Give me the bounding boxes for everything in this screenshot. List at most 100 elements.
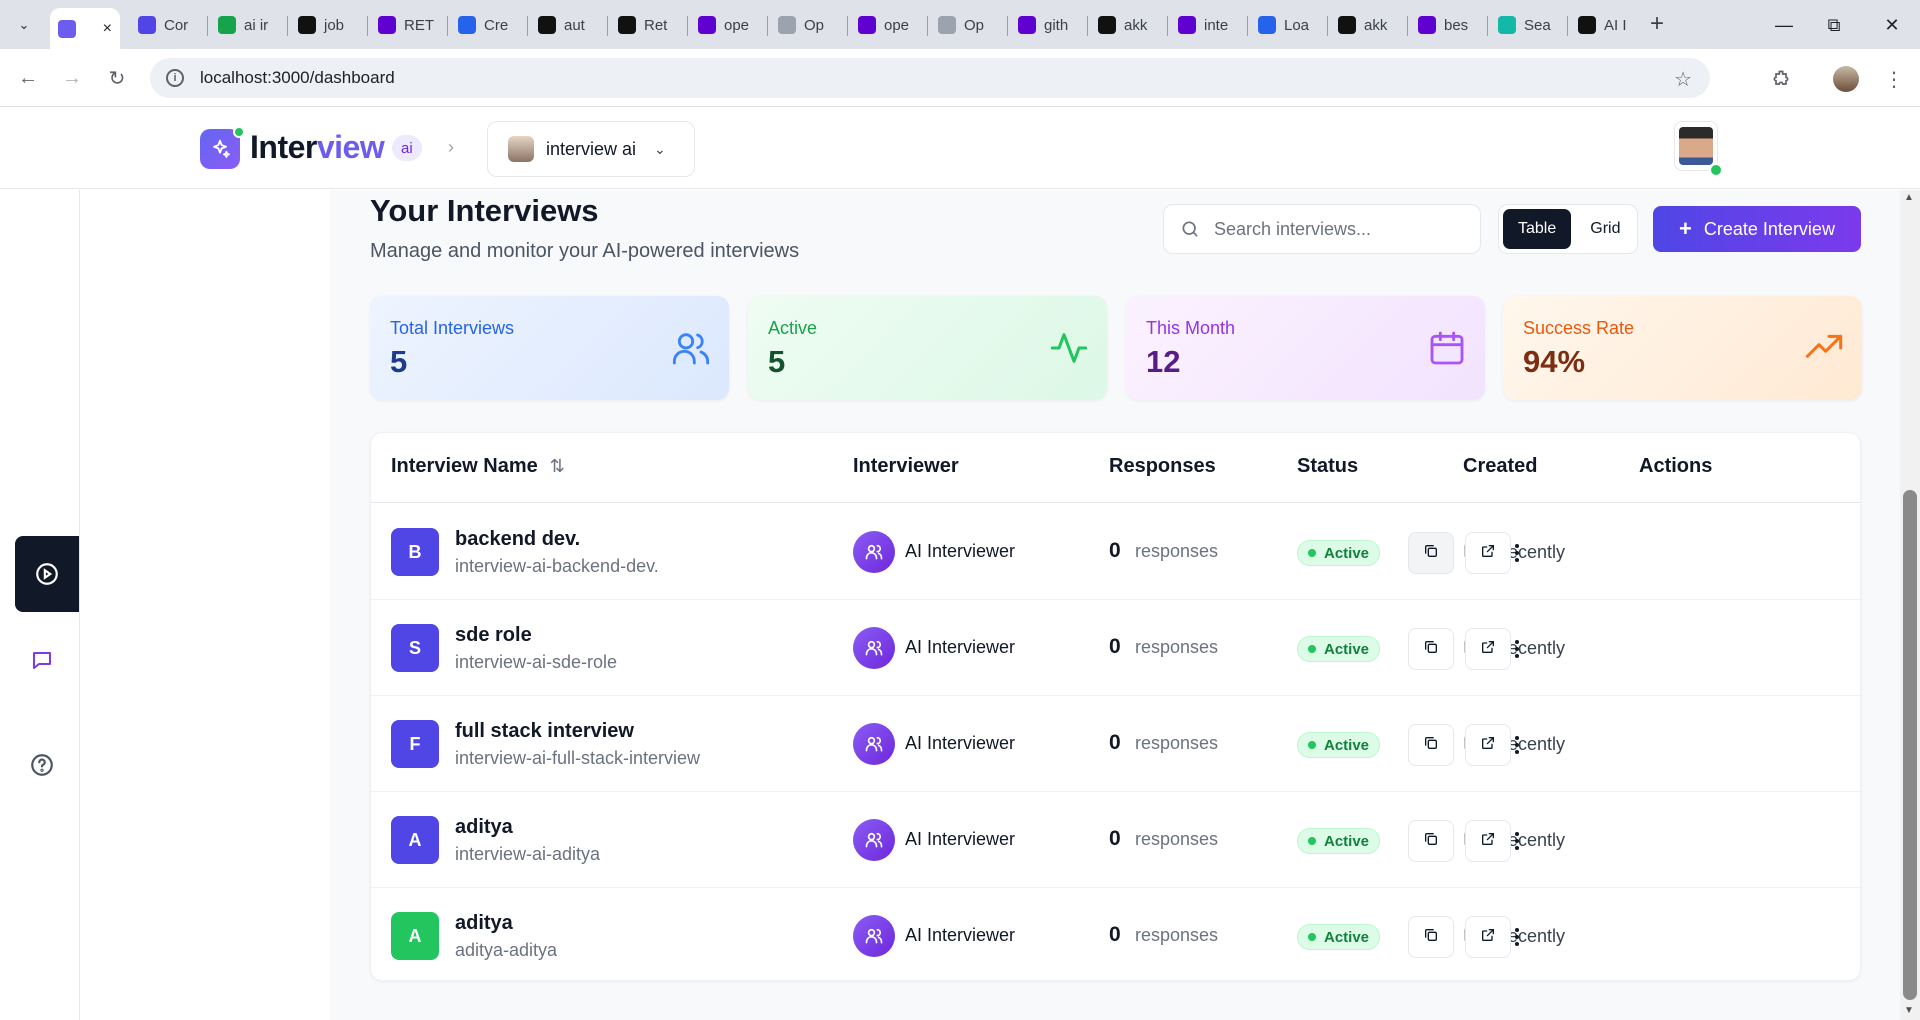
scrollbar-thumb[interactable] [1903, 490, 1917, 1000]
more-options-icon[interactable] [1502, 820, 1532, 862]
status-dot [1308, 741, 1316, 749]
trending-up-icon [1805, 334, 1843, 358]
table-row[interactable]: Ssde role interview-ai-sde-role AI Intervi… [371, 600, 1860, 696]
sidebar-item-interviews[interactable] [15, 536, 79, 612]
scroll-up-arrow-icon[interactable]: ▲ [1904, 192, 1914, 203]
browser-tab[interactable]: Cor [130, 8, 206, 42]
brand-name[interactable]: Interview [250, 129, 385, 166]
interview-slug: aditya-aditya [455, 940, 558, 960]
page-title: Your Interviews [370, 193, 599, 228]
search-input[interactable] [1214, 218, 1454, 240]
browser-tab[interactable]: ope [690, 8, 766, 42]
interview-name[interactable]: aditya [455, 912, 513, 935]
sort-arrows-icon[interactable]: ⇅ [550, 456, 565, 477]
extensions-puzzle-icon[interactable] [1765, 63, 1797, 95]
share-favicon [938, 16, 956, 34]
interview-name[interactable]: full stack interview [455, 720, 634, 743]
browser-tab-title: aut [564, 16, 585, 34]
copy-link-button[interactable] [1408, 628, 1454, 670]
user-online-dot [1709, 163, 1723, 177]
back-arrow-icon[interactable]: ← [14, 64, 42, 92]
y-favicon [1178, 16, 1196, 34]
responses-count: 0 [1109, 635, 1121, 658]
reload-icon[interactable]: ↻ [103, 64, 131, 92]
table-row[interactable]: Aaditya aditya-aditya AI Interviewer 0 respo… [371, 888, 1860, 980]
minimize-icon[interactable]: — [1764, 10, 1804, 40]
scroll-down-arrow-icon[interactable]: ▼ [1904, 1005, 1914, 1016]
browser-tab[interactable]: akk [1090, 8, 1166, 42]
table-row[interactable]: Bbackend dev. interview-ai-backend-dev. AI… [371, 504, 1860, 600]
copy-link-button[interactable] [1408, 916, 1454, 958]
copy-link-button[interactable] [1408, 724, 1454, 766]
browser-tab[interactable]: akk [1330, 8, 1406, 42]
view-toggle-grid[interactable]: Grid [1575, 209, 1635, 249]
status-badge: Active [1297, 636, 1381, 662]
grid-favicon [538, 16, 556, 34]
responses-count: 0 [1109, 539, 1121, 562]
browser-tab-title: ope [724, 16, 750, 34]
browser-tab[interactable]: AI I [1570, 8, 1646, 42]
table-row[interactable]: Ffull stack interview interview-ai-full-s… [371, 696, 1860, 792]
org-switcher-button[interactable]: interview ai ⌄ [487, 121, 695, 177]
profile-avatar[interactable] [1830, 63, 1862, 95]
sidebar-item-help[interactable] [26, 749, 58, 781]
browser-tab[interactable]: ope [850, 8, 926, 42]
browser-tab-title: RET [404, 16, 434, 34]
interview-name[interactable]: aditya [455, 816, 513, 839]
column-header-actions: Actions [1639, 455, 1713, 477]
browser-menu-icon[interactable]: ⋮ [1878, 63, 1910, 95]
view-toggle-table[interactable]: Table [1503, 209, 1572, 249]
browser-tab-title: ope [884, 16, 910, 34]
more-options-icon[interactable] [1502, 628, 1532, 670]
browser-tab[interactable]: gith [1010, 8, 1086, 42]
more-options-icon[interactable] [1502, 916, 1532, 958]
forward-arrow-icon[interactable]: → [58, 64, 86, 92]
interview-name[interactable]: backend dev. [455, 528, 580, 551]
site-info-icon[interactable]: i [166, 69, 184, 87]
browser-tab[interactable]: Loa [1250, 8, 1326, 42]
browser-tab[interactable]: job [290, 8, 366, 42]
browser-tab[interactable]: RET [370, 8, 446, 42]
browser-tab[interactable]: Op [930, 8, 1006, 42]
create-interview-button[interactable]: + Create Interview [1653, 206, 1861, 252]
more-options-icon[interactable] [1502, 724, 1532, 766]
browser-tab[interactable]: aut [530, 8, 606, 42]
copy-link-button[interactable] [1408, 532, 1454, 574]
copy-link-button[interactable] [1408, 820, 1454, 862]
browser-tab[interactable]: inte [1170, 8, 1246, 42]
stat-card-success: Success Rate 94% [1503, 296, 1862, 400]
restore-icon[interactable]: ⧉ [1814, 10, 1854, 40]
create-interview-label: Create Interview [1703, 218, 1835, 239]
interviewer-name: AI Interviewer [905, 829, 1016, 849]
column-header-name[interactable]: Interview Name ⇅ [391, 455, 565, 478]
search-box[interactable] [1163, 204, 1481, 254]
table-row[interactable]: Aaditya interview-ai-aditya AI Interviewer… [371, 792, 1860, 888]
address-url[interactable]: localhost:3000/dashboard [200, 68, 395, 88]
sidebar-item-messages[interactable] [26, 644, 58, 676]
browser-tab[interactable]: bes [1410, 8, 1486, 42]
more-options-icon[interactable] [1502, 532, 1532, 574]
external-link-icon [1480, 543, 1496, 564]
stat-card-total: Total Interviews 5 [370, 296, 729, 400]
external-link-icon [1480, 831, 1496, 852]
interview-initial-avatar: F [391, 720, 439, 768]
browser-tab[interactable]: Ret [610, 8, 686, 42]
tab-close-icon[interactable]: × [103, 20, 112, 38]
address-bar[interactable]: i localhost:3000/dashboard ☆ [150, 58, 1710, 98]
doc-favicon [1258, 16, 1276, 34]
browser-tab[interactable]: ai ir [210, 8, 286, 42]
search-icon [1182, 221, 1198, 237]
browser-tab[interactable]: Cre [450, 8, 526, 42]
new-tab-plus-icon[interactable]: + [1650, 12, 1664, 36]
tab-separator [207, 16, 208, 36]
status-badge: Active [1297, 732, 1381, 758]
interview-name[interactable]: sde role [455, 624, 532, 647]
window-close-icon[interactable]: ✕ [1872, 10, 1912, 40]
browser-tab[interactable]: Sea [1490, 8, 1566, 42]
browser-tab[interactable]: Op [770, 8, 846, 42]
browser-tab[interactable]: × [50, 8, 120, 49]
tab-search-chevron-icon[interactable]: ⌄ [10, 12, 38, 38]
org-name: interview ai [546, 138, 637, 159]
bookmark-star-icon[interactable]: ☆ [1674, 67, 1692, 92]
external-link-icon [1480, 735, 1496, 756]
